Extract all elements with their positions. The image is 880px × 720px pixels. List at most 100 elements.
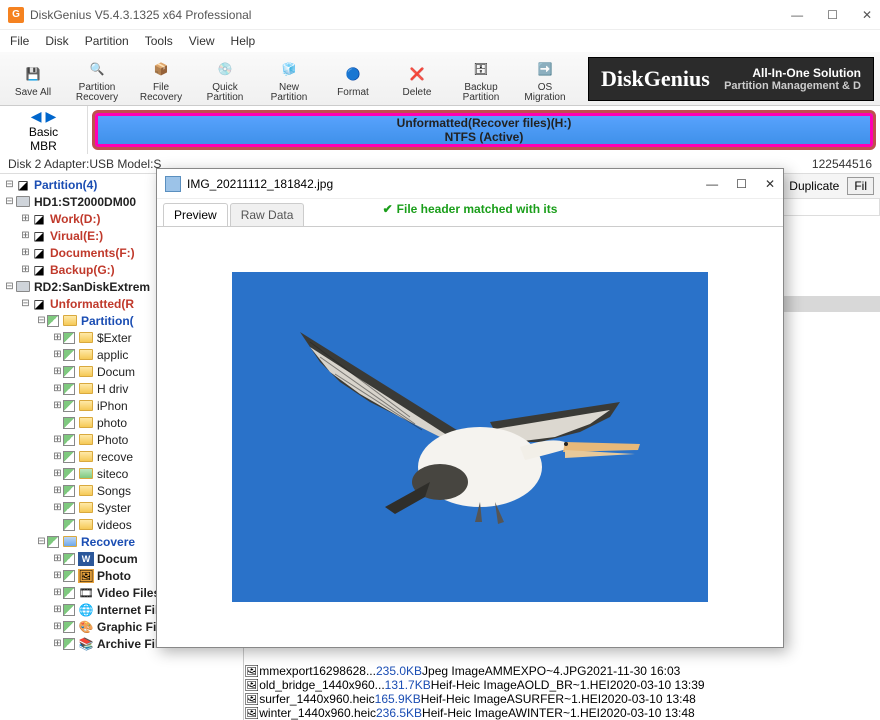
expand-icon[interactable]: ⊞ <box>20 247 31 258</box>
tree-label: Unformatted(R <box>50 297 134 311</box>
file-time: 2020-03-10 13:48 <box>600 706 695 720</box>
expand-icon[interactable]: ⊞ <box>52 502 63 513</box>
expand-icon[interactable]: ⊟ <box>36 315 47 326</box>
menu-disk[interactable]: Disk <box>45 34 68 48</box>
quick-partition-label: Quick Partition <box>198 83 252 103</box>
preview-maximize-icon[interactable]: ☐ <box>736 177 747 191</box>
backup-partition-label: Backup Partition <box>454 83 508 103</box>
preview-body <box>157 227 783 647</box>
expand-icon[interactable]: ⊞ <box>52 332 63 343</box>
checkbox[interactable] <box>63 553 75 565</box>
menu-help[interactable]: Help <box>231 34 256 48</box>
file-icon: 🖼 <box>244 692 259 706</box>
duplicate-label: Duplicate <box>789 179 839 193</box>
expand-icon[interactable]: ⊟ <box>4 281 15 292</box>
disk-basic-label: Basic <box>29 125 58 139</box>
checkbox[interactable] <box>63 383 75 395</box>
expand-icon[interactable]: ⊞ <box>20 230 31 241</box>
menu-partition[interactable]: Partition <box>85 34 129 48</box>
file-row[interactable]: 🖼surfer_1440x960.heic165.9KBHeif-Heic Im… <box>244 692 880 706</box>
checkbox[interactable] <box>63 451 75 463</box>
expand-icon[interactable]: ⊞ <box>52 400 63 411</box>
expand-icon[interactable]: ⊞ <box>52 383 63 394</box>
save-all-button[interactable]: 💾Save All <box>6 60 60 98</box>
checkbox[interactable] <box>63 332 75 344</box>
filter-button[interactable]: Fil <box>847 177 874 195</box>
quick-partition-button[interactable]: 💿Quick Partition <box>198 55 252 103</box>
expand-icon[interactable]: ⊞ <box>52 434 63 445</box>
minimize-icon[interactable]: — <box>791 8 803 22</box>
menu-view[interactable]: View <box>189 34 215 48</box>
file-row[interactable]: 🖼winter_1440x960.heic236.5KBHeif-Heic Im… <box>244 706 880 720</box>
maximize-icon[interactable]: ☐ <box>827 8 838 22</box>
preview-minimize-icon[interactable]: — <box>706 177 718 191</box>
file-time: 2021-11-30 16:03 <box>586 664 680 678</box>
checkbox[interactable] <box>63 570 75 582</box>
preview-close-icon[interactable]: ✕ <box>765 177 775 191</box>
expand-icon[interactable]: ⊞ <box>52 451 63 462</box>
tree-label: Recovere <box>81 535 135 549</box>
file-row[interactable]: 🖼old_bridge_1440x960...131.7KBHeif-Heic … <box>244 678 880 692</box>
new-partition-button[interactable]: 🧊New Partition <box>262 55 316 103</box>
checkbox[interactable] <box>63 417 75 429</box>
expand-icon[interactable]: ⊞ <box>52 468 63 479</box>
expand-icon[interactable]: ⊟ <box>20 298 31 309</box>
checkbox[interactable] <box>47 315 59 327</box>
file-row[interactable]: 🖼mmexport16298628...235.0KBJpeg ImageAMM… <box>244 664 880 678</box>
format-button[interactable]: 🔵Format <box>326 60 380 98</box>
expand-icon[interactable]: ⊟ <box>4 196 15 207</box>
expand-icon[interactable]: ⊞ <box>52 621 63 632</box>
checkbox[interactable] <box>63 519 75 531</box>
expand-icon[interactable]: ⊞ <box>52 604 63 615</box>
banner-big: DiskGenius <box>601 66 710 92</box>
disk-info-right: 122544516 <box>812 157 872 171</box>
menu-file[interactable]: File <box>10 34 29 48</box>
file-recovery-button[interactable]: 📦File Recovery <box>134 55 188 103</box>
expand-icon[interactable]: ⊞ <box>20 213 31 224</box>
diskbar: ◀ ▶ Basic MBR Unformatted(Recover files)… <box>0 106 880 154</box>
expand-icon[interactable]: ⊞ <box>20 264 31 275</box>
close-icon[interactable]: ✕ <box>862 8 872 22</box>
expand-icon[interactable]: ⊟ <box>36 536 47 547</box>
checkbox[interactable] <box>63 366 75 378</box>
expand-icon[interactable]: ⊞ <box>52 587 63 598</box>
os-migration-button[interactable]: ➡️OS Migration <box>518 55 572 103</box>
expand-icon[interactable]: ⊟ <box>4 179 15 190</box>
checkbox[interactable] <box>63 638 75 650</box>
file-name: surfer_1440x960.heic <box>259 692 374 706</box>
delete-button[interactable]: ❌Delete <box>390 60 444 98</box>
partition-recovery-button[interactable]: 🔍Partition Recovery <box>70 55 124 103</box>
nav-arrows[interactable]: ◀ ▶ <box>31 108 56 125</box>
expand-icon[interactable]: ⊞ <box>52 638 63 649</box>
checkbox[interactable] <box>63 604 75 616</box>
tab-raw-data[interactable]: Raw Data <box>230 203 305 226</box>
preview-window[interactable]: IMG_20211112_181842.jpg — ☐ ✕ Preview Ra… <box>156 168 784 648</box>
checkbox[interactable] <box>47 536 59 548</box>
expand-icon[interactable]: ⊞ <box>52 553 63 564</box>
expand-icon[interactable]: ⊞ <box>52 349 63 360</box>
app-logo-icon: G <box>8 7 24 23</box>
menu-tools[interactable]: Tools <box>145 34 173 48</box>
checkbox[interactable] <box>63 621 75 633</box>
checkbox[interactable] <box>63 502 75 514</box>
backup-partition-button[interactable]: 🗄Backup Partition <box>454 55 508 103</box>
checkbox[interactable] <box>63 587 75 599</box>
checkbox[interactable] <box>63 485 75 497</box>
expand-icon[interactable]: ⊞ <box>52 570 63 581</box>
expand-icon[interactable]: ⊞ <box>52 485 63 496</box>
checkbox[interactable] <box>63 400 75 412</box>
partition-bar[interactable]: Unformatted(Recover files)(H:) NTFS (Act… <box>92 110 876 150</box>
preview-filename: IMG_20211112_181842.jpg <box>187 177 333 191</box>
preview-titlebar[interactable]: IMG_20211112_181842.jpg — ☐ ✕ <box>157 169 783 199</box>
checkbox[interactable] <box>63 468 75 480</box>
expand-icon[interactable]: ⊞ <box>52 366 63 377</box>
file-type: Heif-Heic Image <box>422 706 508 720</box>
tree-label: Photo <box>97 433 128 447</box>
check-icon: ✔ <box>383 202 393 216</box>
checkbox[interactable] <box>63 349 75 361</box>
quick-partition-icon: 💿 <box>209 55 241 83</box>
file-attr: A <box>508 706 516 720</box>
checkbox[interactable] <box>63 434 75 446</box>
tree-label: Syster <box>97 501 131 515</box>
tab-preview[interactable]: Preview <box>163 203 228 226</box>
